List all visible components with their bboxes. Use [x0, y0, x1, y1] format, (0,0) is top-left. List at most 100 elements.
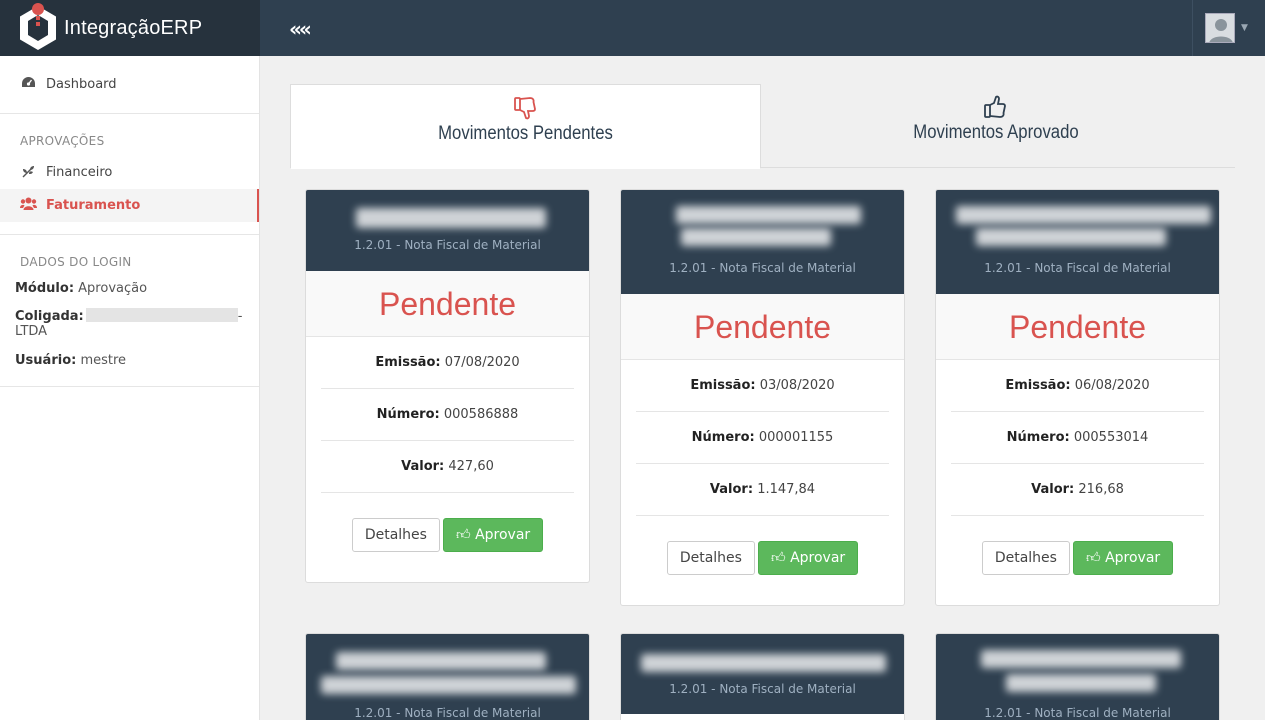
redacted-title: [321, 676, 576, 694]
tab-movimentos-aprovado[interactable]: Movimentos Aprovado: [761, 84, 1231, 168]
login-usuario: Usuário: mestre: [0, 353, 259, 368]
movimento-card: 1.2.01 - Nota Fiscal de Material Pendent…: [620, 189, 905, 606]
aprovar-label: Aprovar: [1105, 550, 1161, 566]
emissao-value: 03/08/2020: [759, 378, 835, 393]
redacted-title: [356, 208, 546, 228]
divider: [0, 386, 259, 387]
sidebar-item-faturamento[interactable]: Faturamento: [0, 189, 259, 222]
coligada-value-suffix: -: [237, 309, 243, 324]
status-label: Pendente: [621, 294, 904, 360]
card-header: 1.2.01 - Nota Fiscal de Material: [936, 634, 1219, 720]
thumbs-down-icon: [291, 95, 760, 121]
redacted-title: [976, 228, 1166, 246]
numero-row: Número: 000553014: [951, 412, 1204, 464]
card-header: 1.2.01 - Nota Fiscal de Material: [621, 634, 904, 714]
tab-label: Movimentos Pendentes: [438, 123, 613, 144]
double-chevron-left-icon-part: «: [298, 17, 312, 41]
tab-movimentos-pendentes[interactable]: Movimentos Pendentes: [290, 84, 761, 169]
emissao-value: 07/08/2020: [444, 355, 520, 370]
valor-label: Valor:: [401, 459, 445, 474]
movimento-card: 1.2.01 - Nota Fiscal de Material Pendent…: [935, 189, 1220, 606]
redacted-title: [681, 228, 831, 246]
aprovar-button[interactable]: 👍︎ Aprovar: [1072, 541, 1174, 575]
dashboard-gauge-icon: [20, 76, 36, 93]
top-navbar: IntegraçãoERP «« ▼: [0, 0, 1265, 56]
emissao-row: Emissão: 06/08/2020: [951, 360, 1204, 412]
aprovar-button[interactable]: 👍︎ Aprovar: [442, 518, 544, 552]
users-icon: [20, 197, 37, 214]
numero-label: Número:: [376, 407, 440, 422]
modulo-value: Aprovação: [78, 281, 148, 296]
emissao-row: Emissão: 07/08/2020: [321, 337, 574, 389]
valor-label: Valor:: [709, 482, 754, 497]
numero-label: Número:: [1006, 430, 1070, 445]
sidebar-item-label: Faturamento: [46, 198, 141, 213]
card-header: 1.2.01 - Nota Fiscal de Material: [306, 190, 589, 271]
section-heading-login: DADOS DO LOGIN: [20, 255, 132, 269]
numero-row: Número: 000001155: [636, 412, 889, 464]
card-subtitle: 1.2.01 - Nota Fiscal de Material: [354, 706, 541, 720]
emissao-row: Emissão: 03/08/2020: [636, 360, 889, 412]
movimento-card: 1.2.01 - Nota Fiscal de Material Pendent…: [305, 189, 590, 583]
redacted-title: [981, 650, 1181, 668]
coligada-label: Coligada:: [15, 309, 84, 324]
tab-label: Movimentos Aprovado: [913, 122, 1079, 143]
sidebar: Dashboard APROVAÇÕES Financeiro Faturame…: [0, 56, 260, 720]
usuario-label: Usuário:: [15, 353, 77, 368]
numero-value: 000586888: [443, 407, 519, 422]
thumbs-up-icon: 👍︎: [1085, 550, 1101, 566]
login-coligada: Coligada: - LTDA: [0, 308, 259, 339]
section-heading-approvals: APROVAÇÕES: [20, 134, 105, 148]
thumbs-up-icon: 👍︎: [455, 527, 471, 543]
movimento-card: 1.2.01 - Nota Fiscal de Material: [305, 633, 590, 720]
sidebar-item-label: Dashboard: [46, 77, 117, 92]
status-label: Pendente: [306, 271, 589, 337]
emissao-label: Emissão:: [1005, 378, 1071, 393]
detalhes-button[interactable]: Detalhes: [351, 518, 440, 552]
card-header: 1.2.01 - Nota Fiscal de Material: [621, 190, 904, 294]
redacted-title: [336, 652, 546, 670]
emissao-label: Emissão:: [375, 355, 441, 370]
brand-logo-icon: [16, 3, 60, 53]
emissao-value: 06/08/2020: [1074, 378, 1150, 393]
caret-down-icon: ▼: [1241, 23, 1248, 33]
sidebar-collapse-button[interactable]: ««: [289, 17, 312, 41]
card-header: 1.2.01 - Nota Fiscal de Material: [936, 190, 1219, 294]
brand-name: IntegraçãoERP: [64, 16, 203, 39]
card-subtitle: 1.2.01 - Nota Fiscal de Material: [984, 261, 1171, 275]
redacted-title: [956, 206, 1211, 224]
detalhes-button[interactable]: Detalhes: [981, 541, 1070, 575]
numero-label: Número:: [691, 430, 755, 445]
movimento-card: 1.2.01 - Nota Fiscal de Material: [620, 633, 905, 720]
modulo-label: Módulo:: [15, 281, 75, 296]
redacted-title: [641, 654, 886, 672]
valor-value: 427,60: [448, 459, 494, 474]
coligada-value-line2: LTDA: [15, 324, 48, 339]
card-header: 1.2.01 - Nota Fiscal de Material: [306, 634, 589, 720]
valor-row: Valor: 216,68: [951, 464, 1204, 516]
aprovar-label: Aprovar: [790, 550, 846, 566]
sidebar-item-financeiro[interactable]: Financeiro: [0, 156, 259, 189]
user-menu[interactable]: ▼: [1192, 0, 1265, 56]
numero-row: Número: 000586888: [321, 389, 574, 441]
valor-value: 216,68: [1078, 482, 1124, 497]
double-chevron-left-icon: «: [289, 17, 302, 41]
numero-value: 000553014: [1073, 430, 1149, 445]
thumbs-up-icon: 👍︎: [770, 550, 786, 566]
sidebar-item-label: Financeiro: [46, 165, 113, 180]
card-subtitle: 1.2.01 - Nota Fiscal de Material: [669, 261, 856, 275]
leaf-icon: [20, 164, 36, 182]
usuario-value: mestre: [80, 353, 127, 368]
sidebar-item-dashboard[interactable]: Dashboard: [0, 68, 259, 101]
aprovar-button[interactable]: 👍︎ Aprovar: [757, 541, 859, 575]
login-modulo: Módulo: Aprovação: [0, 281, 259, 296]
thumbs-up-icon: [761, 94, 1231, 120]
detalhes-button[interactable]: Detalhes: [666, 541, 755, 575]
movimento-card: 1.2.01 - Nota Fiscal de Material: [935, 633, 1220, 720]
status-label: Pendente: [936, 294, 1219, 360]
card-subtitle: 1.2.01 - Nota Fiscal de Material: [354, 238, 541, 252]
redacted-title: [676, 206, 861, 224]
card-subtitle: 1.2.01 - Nota Fiscal de Material: [984, 706, 1171, 720]
card-subtitle: 1.2.01 - Nota Fiscal de Material: [669, 682, 856, 696]
brand[interactable]: IntegraçãoERP: [0, 0, 260, 56]
